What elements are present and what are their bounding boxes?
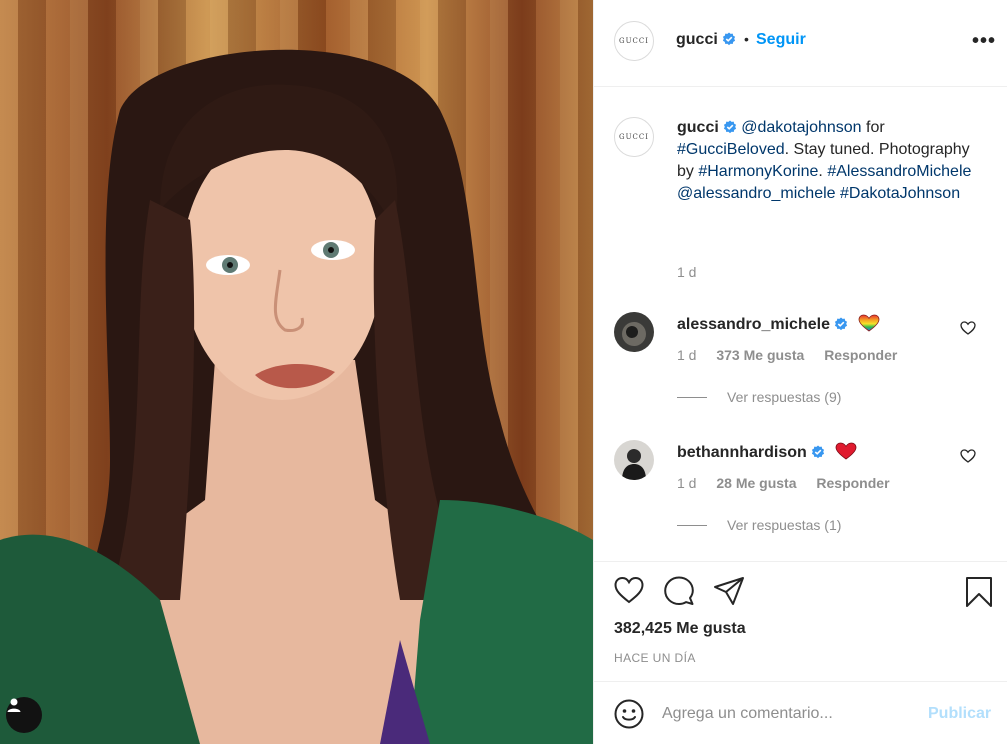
avatar-photo bbox=[614, 440, 654, 480]
publish-button[interactable]: Publicar bbox=[928, 705, 991, 723]
comment-username[interactable]: alessandro_michele bbox=[677, 316, 830, 333]
comment-avatar[interactable] bbox=[614, 440, 654, 480]
post-actions: 382,425 Me gusta HACE UN DÍA bbox=[594, 561, 1007, 681]
user-icon bbox=[7, 698, 21, 712]
comment-reply-button[interactable]: Responder bbox=[824, 347, 897, 363]
follow-button[interactable]: Seguir bbox=[756, 31, 806, 49]
hashtag-guccibeloved[interactable]: #GucciBeloved bbox=[677, 141, 785, 158]
comment-bubble-icon bbox=[664, 576, 694, 605]
replies-divider bbox=[677, 524, 707, 526]
comment-timestamp[interactable]: 1 d bbox=[677, 347, 696, 363]
view-replies-label: Ver respuestas (1) bbox=[727, 517, 842, 533]
comment-username[interactable]: bethannhardison bbox=[677, 444, 807, 461]
save-button[interactable] bbox=[965, 576, 993, 613]
view-replies-label: Ver respuestas (9) bbox=[727, 389, 842, 405]
author-username-text: gucci bbox=[676, 31, 718, 48]
bookmark-icon bbox=[966, 577, 992, 607]
paper-plane-icon bbox=[714, 577, 744, 605]
caption-timestamp[interactable]: 1 d bbox=[677, 264, 696, 280]
avatar-photo bbox=[614, 312, 654, 352]
portrait-illustration bbox=[0, 49, 593, 744]
comment-like-button[interactable] bbox=[960, 321, 976, 340]
caption-author-avatar[interactable]: GUCCI bbox=[614, 117, 654, 157]
hashtag-harmonykorine[interactable]: #HarmonyKorine bbox=[698, 163, 818, 180]
header-separator: • bbox=[744, 31, 749, 47]
view-replies-button[interactable]: Ver respuestas (1) bbox=[677, 517, 841, 533]
caption-text: gucci @dakotajohnson for #GucciBeloved. … bbox=[677, 117, 977, 205]
post-photo[interactable] bbox=[0, 0, 593, 744]
caption-username[interactable]: gucci bbox=[677, 119, 719, 136]
emoji-button[interactable] bbox=[614, 699, 644, 734]
avatar-logo-text: GUCCI bbox=[619, 37, 649, 45]
post-timestamp[interactable]: HACE UN DÍA bbox=[614, 651, 696, 665]
hashtag-alessandromichele[interactable]: #AlessandroMichele bbox=[827, 163, 971, 180]
rainbow-heart-icon bbox=[859, 314, 880, 332]
author-avatar[interactable]: GUCCI bbox=[614, 21, 654, 61]
more-options-button[interactable]: ••• bbox=[972, 30, 996, 53]
post-sidebar: GUCCI gucci • Seguir ••• GUCCI gucci @da… bbox=[593, 0, 1007, 744]
comment-input[interactable] bbox=[662, 700, 912, 728]
heart-outline-icon bbox=[614, 576, 644, 604]
comment-like-button[interactable] bbox=[960, 449, 976, 468]
caption-period: . bbox=[818, 163, 823, 180]
view-replies-button[interactable]: Ver respuestas (9) bbox=[677, 389, 841, 405]
comment-reply-button[interactable]: Responder bbox=[816, 475, 889, 491]
heart-outline-icon bbox=[960, 321, 976, 335]
smiley-icon bbox=[614, 699, 644, 729]
comment-timestamp[interactable]: 1 d bbox=[677, 475, 696, 491]
comment-button[interactable] bbox=[664, 576, 694, 611]
comment-meta: 1 d 373 Me gusta Responder bbox=[677, 347, 913, 363]
comment-item: bethannhardison 1 d 28 Me gusta Responde… bbox=[614, 440, 994, 550]
caption-for-word: for bbox=[861, 119, 885, 136]
verified-badge-icon bbox=[722, 32, 735, 46]
verified-badge-icon bbox=[834, 317, 848, 331]
comment-like-count[interactable]: 373 Me gusta bbox=[716, 347, 804, 363]
author-username[interactable]: gucci bbox=[676, 31, 736, 49]
share-button[interactable] bbox=[713, 576, 745, 611]
caption-avatar-logo-text: GUCCI bbox=[619, 133, 649, 141]
mention-alessandro-michele[interactable]: @alessandro_michele bbox=[677, 185, 836, 202]
verified-badge-icon bbox=[811, 445, 824, 459]
post-header: GUCCI gucci • Seguir ••• bbox=[594, 0, 1007, 87]
post-like-count[interactable]: 382,425 Me gusta bbox=[614, 620, 746, 638]
hashtag-dakotajohnson[interactable]: #DakotaJohnson bbox=[840, 185, 960, 202]
verified-badge-icon bbox=[723, 120, 736, 134]
comment-avatar[interactable] bbox=[614, 312, 654, 352]
tagged-users-button[interactable] bbox=[6, 697, 42, 733]
comment-item: alessandro_michele 1 d 373 Me gusta Resp… bbox=[614, 312, 994, 422]
like-button[interactable] bbox=[614, 576, 644, 609]
comment-body: alessandro_michele bbox=[677, 314, 880, 334]
comment-meta: 1 d 28 Me gusta Responder bbox=[677, 475, 906, 491]
comment-like-count[interactable]: 28 Me gusta bbox=[716, 475, 796, 491]
mention-dakotajohnson[interactable]: @dakotajohnson bbox=[741, 119, 861, 136]
red-heart-icon bbox=[835, 442, 857, 460]
comment-composer: Publicar bbox=[594, 681, 1007, 744]
heart-outline-icon bbox=[960, 449, 976, 463]
replies-divider bbox=[677, 396, 707, 398]
comment-body: bethannhardison bbox=[677, 442, 857, 462]
